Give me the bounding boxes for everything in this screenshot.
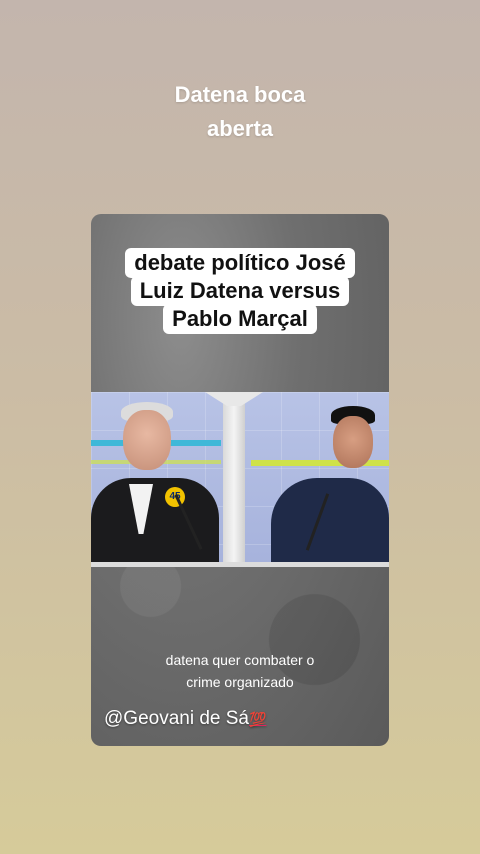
podium-edge bbox=[91, 562, 389, 567]
video-caption: datena quer combater o crime organizado bbox=[91, 649, 389, 693]
story-title-line-2: aberta bbox=[206, 116, 274, 141]
studio-light-stripe bbox=[251, 460, 389, 466]
hundred-points-icon: 💯 bbox=[249, 711, 267, 727]
watermark-handle: @Geovani de Sá bbox=[104, 708, 249, 729]
caption-line-2: crime organizado bbox=[186, 674, 294, 690]
caption-line-1: datena quer combater o bbox=[165, 652, 315, 668]
creator-watermark: @Geovani de Sá💯 bbox=[104, 708, 266, 730]
podium-divider bbox=[223, 392, 245, 567]
speaker-left-head bbox=[123, 410, 171, 470]
headline-line-1: debate político José bbox=[125, 248, 355, 278]
speaker-right-head bbox=[333, 416, 373, 468]
speaker-right-body bbox=[271, 478, 389, 567]
story-title-text: Datena boca aberta bbox=[0, 78, 480, 146]
video-card[interactable]: debate político José Luiz Datena versus … bbox=[91, 214, 389, 746]
headline-line-3: Pablo Marçal bbox=[163, 304, 317, 334]
debate-video-frame: 45 bbox=[91, 392, 389, 567]
headline-line-2: Luiz Datena versus bbox=[130, 276, 350, 306]
speaker-left-body bbox=[91, 478, 219, 567]
headline-overlay: debate político José Luiz Datena versus … bbox=[111, 248, 369, 334]
story-title-line-1: Datena boca bbox=[174, 82, 306, 107]
